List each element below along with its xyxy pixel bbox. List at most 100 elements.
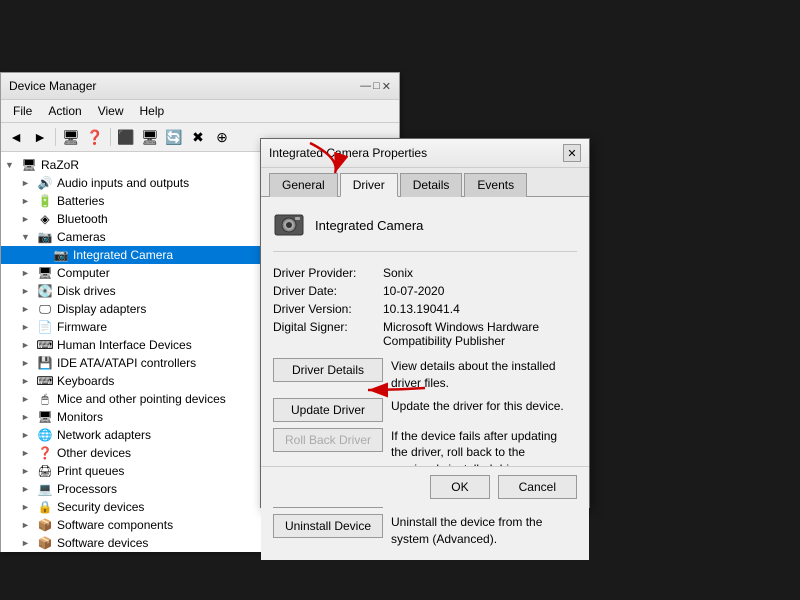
driver-action-btn-2: Roll Back Driver (273, 428, 383, 452)
item-label-18: Security devices (57, 500, 144, 514)
item-label-10: IDE ATA/ATAPI controllers (57, 356, 196, 370)
tab-details[interactable]: Details (400, 173, 463, 197)
dialog-close-button[interactable]: ✕ (563, 144, 581, 162)
version-value: 10.13.19041.4 (383, 302, 460, 316)
item-label-3: Cameras (57, 230, 106, 244)
item-label-6: Disk drives (57, 284, 116, 298)
expand-icon-8: ► (21, 322, 37, 332)
dialog-tabs: General Driver Details Events (261, 168, 589, 197)
driver-btn-row-1: Update Driver Update the driver for this … (273, 398, 577, 422)
cancel-button[interactable]: Cancel (498, 475, 577, 499)
tab-driver[interactable]: Driver (340, 173, 398, 197)
expand-icon-1: ► (21, 196, 37, 206)
driver-buttons: Driver Details View details about the ins… (273, 358, 577, 548)
camera-icon-svg (273, 209, 305, 241)
maximize-button[interactable]: □ (373, 80, 380, 93)
driver-desc-1: Update the driver for this device. (391, 398, 577, 415)
expand-icon-18: ► (21, 502, 37, 512)
item-icon-0: 🔊 (37, 175, 53, 191)
main-window-title: Device Manager (9, 79, 96, 93)
item-label-8: Firmware (57, 320, 107, 334)
item-label-2: Bluetooth (57, 212, 108, 226)
date-label: Driver Date: (273, 284, 383, 298)
expand-icon-19: ► (21, 520, 37, 530)
item-label-16: Print queues (57, 464, 124, 478)
provider-value: Sonix (383, 266, 413, 280)
menu-help[interactable]: Help (132, 102, 173, 120)
item-label-13: Monitors (57, 410, 103, 424)
expand-icon-0: ► (21, 178, 37, 188)
item-icon-4: 📷 (53, 247, 69, 263)
driver-btn-row-0: Driver Details View details about the ins… (273, 358, 577, 392)
item-label-11: Keyboards (57, 374, 114, 388)
driver-action-btn-0[interactable]: Driver Details (273, 358, 383, 382)
item-label-12: Mice and other pointing devices (57, 392, 226, 406)
menu-view[interactable]: View (90, 102, 132, 120)
item-icon-2: ◈ (37, 211, 53, 227)
item-label-20: Software devices (57, 536, 148, 550)
driver-version-row: Driver Version: 10.13.19041.4 (273, 302, 577, 316)
dialog-footer: OK Cancel (261, 466, 589, 507)
toolbar-properties-btn[interactable]: 🖥 (60, 126, 82, 148)
item-icon-9: ⌨ (37, 337, 53, 353)
expand-icon-20: ► (21, 538, 37, 548)
item-icon-15: ❓ (37, 445, 53, 461)
item-icon-17: 💻 (37, 481, 53, 497)
item-label-17: Processors (57, 482, 117, 496)
properties-dialog: Integrated Camera Properties ✕ General D… (260, 138, 590, 508)
tab-general[interactable]: General (269, 173, 338, 197)
toolbar-add-btn[interactable]: ⊕ (211, 126, 233, 148)
driver-desc-0: View details about the installed driver … (391, 358, 577, 392)
digital-signer-row: Digital Signer: Microsoft Windows Hardwa… (273, 320, 577, 348)
item-icon-11: ⌨ (37, 373, 53, 389)
item-label-1: Batteries (57, 194, 104, 208)
item-label-19: Software components (57, 518, 173, 532)
tab-events[interactable]: Events (464, 173, 527, 197)
ok-button[interactable]: OK (430, 475, 489, 499)
close-button[interactable]: ✕ (382, 80, 391, 93)
toolbar-device-btn[interactable]: 🖥 (139, 126, 161, 148)
item-label-15: Other devices (57, 446, 131, 460)
version-label: Driver Version: (273, 302, 383, 316)
toolbar-back-btn[interactable]: ◄ (5, 126, 27, 148)
expand-icon-14: ► (21, 430, 37, 440)
window-controls: — □ ✕ (360, 80, 391, 93)
driver-desc-4: Uninstall the device from the system (Ad… (391, 514, 577, 548)
expand-icon-16: ► (21, 466, 37, 476)
menu-action[interactable]: Action (40, 102, 89, 120)
item-icon-1: 🔋 (37, 193, 53, 209)
item-icon-12: 🖱 (37, 391, 53, 407)
toolbar-sep-2 (110, 128, 111, 146)
toolbar-sep-1 (55, 128, 56, 146)
item-label-9: Human Interface Devices (57, 338, 192, 352)
device-icon (273, 209, 305, 241)
item-icon-19: 📦 (37, 517, 53, 533)
driver-info-table: Driver Provider: Sonix Driver Date: 10-0… (273, 266, 577, 348)
item-icon-16: 🖨 (37, 463, 53, 479)
expand-icon-15: ► (21, 448, 37, 458)
item-icon-13: 🖥 (37, 409, 53, 425)
dialog-titlebar: Integrated Camera Properties ✕ (261, 139, 589, 168)
item-label-4: Integrated Camera (73, 248, 173, 262)
driver-action-btn-4[interactable]: Uninstall Device (273, 514, 383, 538)
toolbar-help-btn[interactable]: ❓ (84, 126, 106, 148)
signer-label: Digital Signer: (273, 320, 383, 348)
expand-icon-3: ▼ (21, 232, 37, 242)
menu-bar: File Action View Help (1, 100, 399, 123)
toolbar-refresh-btn[interactable]: 🔄 (163, 126, 185, 148)
toolbar-uninstall-btn[interactable]: ✖ (187, 126, 209, 148)
item-icon-14: 🌐 (37, 427, 53, 443)
minimize-button[interactable]: — (360, 80, 371, 93)
item-icon-3: 📷 (37, 229, 53, 245)
expand-icon-10: ► (21, 358, 37, 368)
menu-file[interactable]: File (5, 102, 40, 120)
toolbar-forward-btn[interactable]: ► (29, 126, 51, 148)
driver-action-btn-1[interactable]: Update Driver (273, 398, 383, 422)
item-label-7: Display adapters (57, 302, 146, 316)
toolbar-scan-btn[interactable]: ⬛ (115, 126, 137, 148)
expand-icon-9: ► (21, 340, 37, 350)
dialog-title: Integrated Camera Properties (269, 146, 427, 160)
expand-icon-12: ► (21, 394, 37, 404)
item-icon-20: 📦 (37, 535, 53, 551)
item-icon-6: 💽 (37, 283, 53, 299)
